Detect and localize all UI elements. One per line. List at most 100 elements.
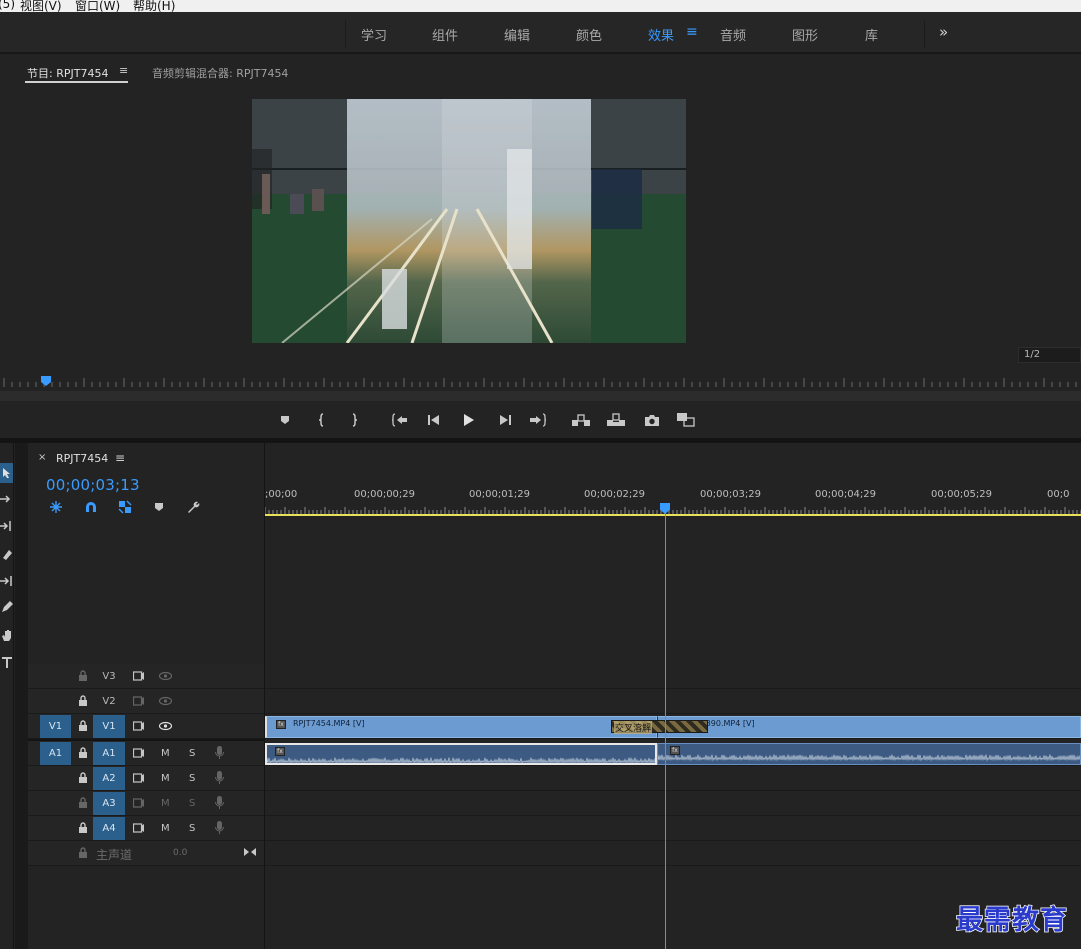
export-frame-button[interactable]: [641, 409, 663, 431]
sync-lock-icon[interactable]: [133, 719, 145, 733]
zoom-select[interactable]: 1/2: [1018, 347, 1081, 363]
track-name-v1[interactable]: V1: [93, 715, 125, 738]
mute-button[interactable]: M: [161, 821, 170, 835]
playhead-timecode[interactable]: 00;00;03;13: [46, 476, 140, 494]
workspace-tab-audio[interactable]: 音频: [720, 25, 746, 44]
solo-button[interactable]: S: [189, 821, 195, 835]
hand-tool-icon[interactable]: [0, 625, 13, 645]
sequence-tab[interactable]: RPJT7454: [56, 452, 108, 465]
menu-item-view[interactable]: 视图(V): [20, 0, 62, 12]
lock-icon[interactable]: [78, 670, 88, 682]
linked-selection-icon[interactable]: [116, 499, 134, 515]
lock-icon[interactable]: [78, 695, 88, 707]
go-to-out-button[interactable]: [527, 409, 549, 431]
lock-icon[interactable]: [78, 797, 88, 809]
menu-item-partial[interactable]: (5): [0, 0, 15, 11]
mute-button[interactable]: M: [161, 771, 170, 785]
workspace-tab-learn[interactable]: 学习: [361, 25, 387, 44]
tab-audio-clip-mixer[interactable]: 音频剪辑混合器: RPJT7454: [152, 65, 288, 81]
track-lane-a1[interactable]: fx fx: [265, 741, 1081, 766]
workspace-tab-libraries[interactable]: 库: [865, 25, 878, 44]
track-name-a3[interactable]: A3: [93, 792, 125, 815]
track-name-v3[interactable]: V3: [93, 665, 125, 688]
solo-button[interactable]: S: [189, 746, 195, 760]
extract-button[interactable]: [605, 409, 627, 431]
type-tool-icon[interactable]: [0, 652, 13, 672]
audio-clip[interactable]: fx: [657, 743, 1081, 765]
sync-lock-icon[interactable]: [133, 771, 145, 785]
workspace-menu-icon[interactable]: ≡: [686, 24, 698, 40]
track-lane-a2[interactable]: [265, 766, 1081, 791]
source-patch-v1[interactable]: V1: [40, 715, 71, 738]
solo-button[interactable]: S: [189, 796, 195, 810]
workspace-tab-effects[interactable]: 效果: [648, 25, 674, 44]
lift-button[interactable]: [570, 409, 592, 431]
ripple-edit-tool-icon[interactable]: [0, 516, 13, 536]
master-volume-value[interactable]: 0.0: [173, 848, 187, 858]
eye-icon[interactable]: [159, 669, 172, 683]
workspace-tab-assembly[interactable]: 组件: [432, 25, 458, 44]
monitor-time-ruler[interactable]: [0, 376, 1081, 388]
sync-lock-icon[interactable]: [133, 821, 145, 835]
track-select-tool-icon[interactable]: [0, 489, 13, 509]
solo-button[interactable]: S: [189, 771, 195, 785]
track-name-v2[interactable]: V2: [93, 690, 125, 713]
work-area-bar[interactable]: [265, 514, 1081, 516]
comparison-view-button[interactable]: [675, 409, 697, 431]
wrench-icon[interactable]: [184, 499, 202, 515]
source-patch-a1[interactable]: A1: [40, 742, 71, 765]
monitor-scroll-bar[interactable]: [0, 391, 1081, 401]
pen-tool-icon[interactable]: [0, 597, 13, 617]
eye-icon[interactable]: [159, 694, 172, 708]
sequence-menu-icon[interactable]: ≡: [115, 451, 125, 465]
slip-tool-icon[interactable]: [0, 571, 13, 591]
sync-lock-icon[interactable]: [133, 746, 145, 760]
go-to-in-button[interactable]: [389, 409, 411, 431]
play-button[interactable]: [458, 409, 480, 431]
sync-lock-icon[interactable]: [133, 694, 145, 708]
snap-icon[interactable]: [82, 499, 100, 515]
mute-button[interactable]: M: [161, 796, 170, 810]
track-lane-v1[interactable]: fx RPJT7454.MP4 [V] fx FJFE2390.MP4 [V] …: [265, 714, 1081, 739]
workspace-tab-graphics[interactable]: 图形: [792, 25, 818, 44]
mark-in-button[interactable]: [311, 409, 333, 431]
lock-icon[interactable]: [78, 747, 88, 759]
track-name-a1[interactable]: A1: [93, 742, 125, 765]
timeline-ruler[interactable]: ;00;00 00;00;00;29 00;00;01;29 00;00;02;…: [265, 443, 1081, 518]
lock-icon[interactable]: [78, 720, 88, 732]
lock-icon[interactable]: [78, 847, 88, 859]
sync-lock-icon[interactable]: [133, 796, 145, 810]
eye-icon[interactable]: [159, 719, 172, 733]
workspace-tab-editing[interactable]: 编辑: [504, 25, 530, 44]
workspace-overflow-icon[interactable]: »: [939, 23, 948, 41]
microphone-icon[interactable]: [215, 771, 224, 785]
menu-item-help[interactable]: 帮助(H): [133, 0, 175, 12]
close-sequence-icon[interactable]: ×: [38, 452, 46, 463]
track-lane-v3[interactable]: [265, 664, 1081, 689]
nest-toggle-icon[interactable]: [47, 499, 65, 515]
microphone-icon[interactable]: [215, 746, 224, 760]
add-marker-icon[interactable]: [150, 499, 168, 515]
program-video-frame[interactable]: [252, 99, 686, 343]
panel-menu-icon[interactable]: ≡: [119, 64, 128, 77]
add-marker-button[interactable]: [274, 409, 296, 431]
microphone-icon[interactable]: [215, 796, 224, 810]
track-lane-a3[interactable]: [265, 791, 1081, 816]
video-clip[interactable]: fx FJFE2390.MP4 [V]: [657, 716, 1081, 738]
mute-button[interactable]: M: [161, 746, 170, 760]
selection-tool-icon[interactable]: [0, 463, 13, 483]
lock-icon[interactable]: [78, 772, 88, 784]
microphone-icon[interactable]: [215, 821, 224, 835]
track-lane-master[interactable]: [265, 841, 1081, 866]
menu-item-window[interactable]: 窗口(W): [75, 0, 120, 12]
step-forward-button[interactable]: [494, 409, 516, 431]
video-clip[interactable]: fx RPJT7454.MP4 [V]: [265, 716, 657, 738]
track-name-a2[interactable]: A2: [93, 767, 125, 790]
track-lane-a4[interactable]: [265, 816, 1081, 841]
razor-tool-icon[interactable]: [0, 544, 13, 564]
sync-lock-icon[interactable]: [133, 669, 145, 683]
mark-out-button[interactable]: [343, 409, 365, 431]
step-back-button[interactable]: [423, 409, 445, 431]
audio-clip[interactable]: fx: [265, 743, 657, 765]
lock-icon[interactable]: [78, 822, 88, 834]
